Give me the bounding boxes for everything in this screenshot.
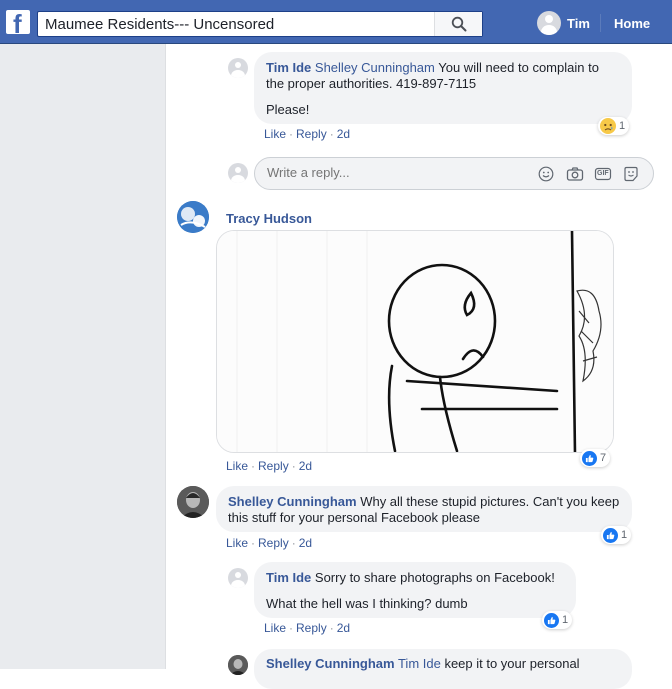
reply-link[interactable]: Reply	[296, 621, 327, 635]
comment-mention[interactable]: Shelley Cunningham	[315, 60, 435, 75]
comment-bubble: Shelley Cunningham Why all these stupid …	[216, 486, 632, 532]
reaction-badge[interactable]: 7	[580, 449, 611, 467]
comment-text: Sorry to share photographs on Facebook!	[311, 570, 555, 585]
like-icon	[603, 527, 618, 543]
reaction-count: 1	[621, 529, 628, 541]
gif-icon[interactable]: GIF	[594, 165, 612, 183]
avatar[interactable]	[177, 201, 209, 233]
home-link[interactable]: Home	[614, 16, 650, 31]
comment-author[interactable]: Shelley Cunningham	[228, 494, 357, 509]
avatar	[537, 11, 561, 35]
comment-author[interactable]: Tim Ide	[266, 60, 311, 75]
nav-divider	[600, 14, 601, 32]
comment-bubble: Tim Ide Shelley Cunningham You will need…	[254, 52, 632, 124]
left-sidebar	[0, 44, 166, 669]
like-link[interactable]: Like	[264, 127, 286, 141]
comment-timestamp[interactable]: 2d	[337, 621, 350, 635]
reply-link[interactable]: Reply	[258, 536, 289, 550]
reaction-badge[interactable]: 1	[598, 117, 630, 135]
comment-actions: Like · Reply · 2d	[226, 459, 313, 473]
comment-timestamp[interactable]: 2d	[299, 536, 312, 550]
avatar[interactable]	[228, 568, 248, 588]
comment-bubble: Tim Ide Sorry to share photographs on Fa…	[254, 562, 576, 618]
comment-actions: Like · Reply · 2d	[264, 127, 351, 141]
reaction-count: 1	[562, 614, 569, 626]
emoji-icon[interactable]	[537, 165, 555, 183]
like-icon	[582, 450, 597, 466]
search-icon	[451, 16, 466, 32]
camera-icon[interactable]	[566, 165, 584, 183]
comment-actions: Like · Reply · 2d	[226, 536, 313, 550]
comment-timestamp[interactable]: 2d	[299, 459, 312, 473]
like-link[interactable]: Like	[226, 536, 248, 550]
profile-link[interactable]: Tim	[537, 11, 590, 35]
like-link[interactable]: Like	[264, 621, 286, 635]
comment-timestamp[interactable]: 2d	[337, 127, 350, 141]
comment-text: Please!	[266, 102, 310, 117]
comment-bubble: Shelley Cunningham Tim Ide keep it to yo…	[254, 649, 632, 689]
facebook-logo-icon[interactable]: f	[6, 10, 30, 34]
gif-label: GIF	[597, 170, 609, 177]
sticker-icon[interactable]	[622, 165, 640, 183]
profile-name: Tim	[567, 15, 590, 31]
comment-author[interactable]: Tim Ide	[266, 570, 311, 585]
avatar	[228, 163, 248, 183]
like-icon	[544, 612, 559, 628]
top-navigation-bar: f Tim Home	[0, 0, 672, 44]
reply-composer: GIF	[254, 157, 654, 190]
avatar[interactable]	[177, 486, 209, 518]
reply-input[interactable]	[267, 165, 517, 180]
avatar[interactable]	[228, 58, 248, 78]
like-link[interactable]: Like	[226, 459, 248, 473]
search-input[interactable]	[38, 12, 438, 36]
reaction-count: 7	[600, 452, 607, 464]
comment-image[interactable]	[216, 230, 614, 453]
reaction-count: 1	[619, 120, 626, 132]
comment-text: What the hell was I thinking? dumb	[266, 596, 468, 611]
comment-actions: Like · Reply · 2d	[264, 621, 351, 635]
reply-link[interactable]: Reply	[296, 127, 327, 141]
reaction-badge[interactable]: 1	[601, 526, 632, 544]
reaction-badge[interactable]: 1	[542, 611, 573, 629]
search-button[interactable]	[434, 12, 482, 36]
sad-emoji-icon	[600, 118, 616, 134]
comment-author[interactable]: Tracy Hudson	[226, 211, 312, 226]
search-box	[37, 11, 483, 37]
avatar[interactable]	[228, 655, 248, 675]
reply-link[interactable]: Reply	[258, 459, 289, 473]
